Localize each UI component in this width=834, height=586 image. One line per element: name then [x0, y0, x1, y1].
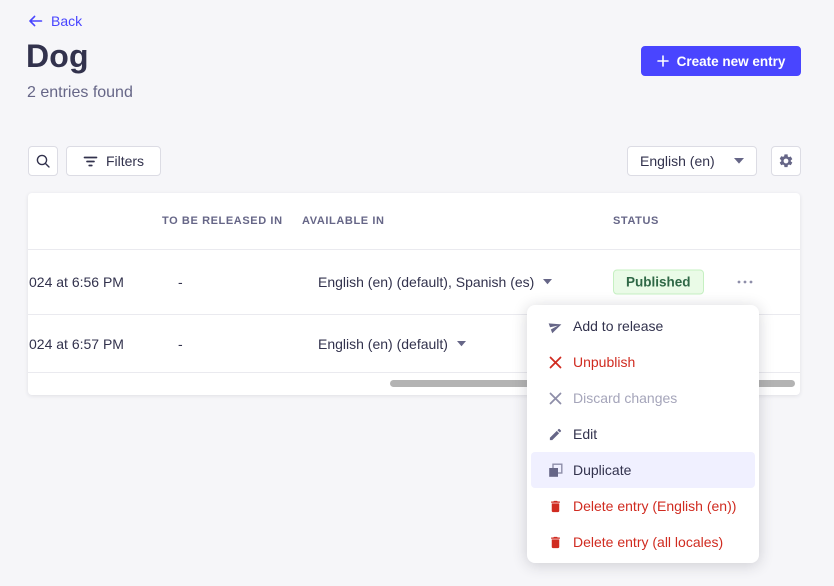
- caret-down-icon: [457, 341, 466, 347]
- menu-item-discard-changes: Discard changes: [527, 380, 759, 416]
- row-to-be-released-in: -: [178, 336, 183, 352]
- settings-button[interactable]: [771, 146, 801, 176]
- search-icon: [35, 153, 51, 169]
- menu-item-label: Edit: [573, 426, 597, 442]
- filter-icon: [83, 155, 98, 168]
- menu-item-delete-entry-all-locales[interactable]: Delete entry (all locales): [527, 524, 759, 560]
- menu-item-duplicate[interactable]: Duplicate: [531, 452, 755, 488]
- available-in-value: English (en) (default): [318, 336, 448, 352]
- create-button-label: Create new entry: [677, 54, 786, 69]
- caret-down-icon: [543, 279, 552, 285]
- ellipsis-icon: [737, 280, 753, 284]
- entries-count: 2 entries found: [27, 84, 133, 102]
- search-button[interactable]: [28, 146, 58, 176]
- paper-plane-icon: [547, 318, 563, 334]
- row-actions-menu: Add to release Unpublish Discard changes…: [527, 305, 759, 563]
- menu-item-label: Add to release: [573, 318, 663, 334]
- column-header-available-in: AVAILABLE IN: [302, 215, 385, 227]
- row-actions-button[interactable]: [731, 274, 759, 290]
- back-link[interactable]: Back: [28, 13, 82, 29]
- menu-item-label: Duplicate: [573, 462, 631, 478]
- locale-select[interactable]: English (en): [627, 146, 757, 176]
- filters-button[interactable]: Filters: [66, 146, 161, 176]
- back-label: Back: [51, 13, 82, 29]
- menu-item-unpublish[interactable]: Unpublish: [527, 344, 759, 380]
- column-header-status: STATUS: [613, 215, 659, 227]
- menu-item-add-to-release[interactable]: Add to release: [527, 308, 759, 344]
- menu-item-delete-entry-locale[interactable]: Delete entry (English (en)): [527, 488, 759, 524]
- menu-item-label: Unpublish: [573, 354, 635, 370]
- cross-icon: [547, 390, 563, 406]
- row-to-be-released-in: -: [178, 274, 183, 290]
- trash-icon: [547, 534, 563, 550]
- available-in-value: English (en) (default), Spanish (es): [318, 274, 534, 290]
- menu-item-label: Discard changes: [573, 390, 677, 406]
- gear-icon: [778, 153, 794, 169]
- duplicate-icon: [547, 462, 563, 478]
- trash-icon: [547, 498, 563, 514]
- status-badge: Published: [613, 270, 704, 295]
- table-header-row: TO BE RELEASED IN AVAILABLE IN STATUS: [28, 193, 800, 250]
- locale-selected-value: English (en): [640, 153, 715, 169]
- menu-item-label: Delete entry (all locales): [573, 534, 723, 550]
- row-date: 024 at 6:56 PM: [29, 274, 124, 290]
- back-arrow-icon: [28, 14, 43, 28]
- column-header-to-be-released-in: TO BE RELEASED IN: [162, 215, 283, 227]
- status-badge-label: Published: [613, 270, 704, 295]
- row-date: 024 at 6:57 PM: [29, 336, 124, 352]
- plus-icon: [657, 55, 669, 67]
- row-available-in-dropdown[interactable]: English (en) (default): [318, 336, 466, 352]
- chevron-down-icon: [734, 158, 744, 164]
- cross-icon: [547, 354, 563, 370]
- page-title: Dog: [26, 38, 89, 75]
- create-new-entry-button[interactable]: Create new entry: [641, 46, 801, 76]
- pencil-icon: [547, 426, 563, 442]
- filters-label: Filters: [106, 153, 144, 169]
- row-available-in-dropdown[interactable]: English (en) (default), Spanish (es): [318, 274, 552, 290]
- menu-item-label: Delete entry (English (en)): [573, 498, 736, 514]
- menu-item-edit[interactable]: Edit: [527, 416, 759, 452]
